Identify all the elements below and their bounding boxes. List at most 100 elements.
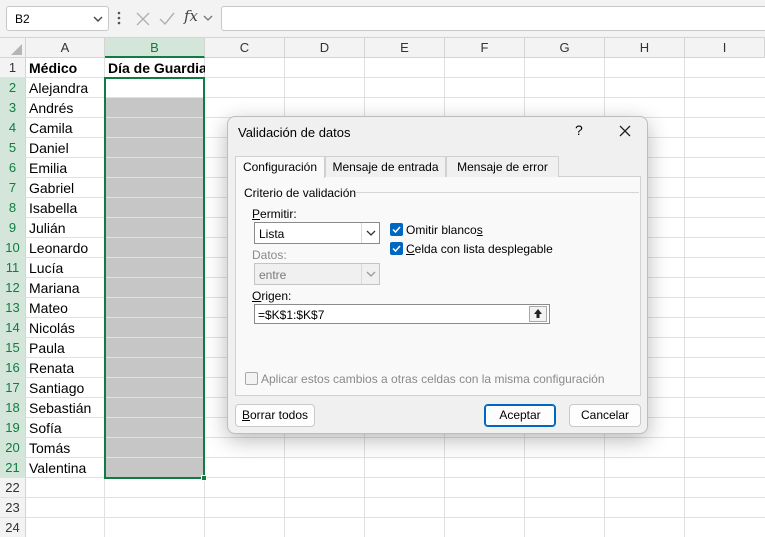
cell-a5[interactable]: Daniel (26, 138, 105, 158)
cell-a20[interactable]: Tomás (26, 438, 105, 458)
in-cell-dropdown-checkbox[interactable] (390, 242, 403, 255)
row-header-5[interactable]: 5 (0, 138, 26, 158)
row-header-17[interactable]: 17 (0, 378, 26, 398)
row-header-22[interactable]: 22 (0, 478, 26, 498)
cell-a2[interactable]: Alejandra (26, 78, 105, 98)
row-header-16[interactable]: 16 (0, 358, 26, 378)
row-header-23[interactable]: 23 (0, 498, 26, 518)
cell-a6[interactable]: Emilia (26, 158, 105, 178)
cell-a19[interactable]: Sofía (26, 418, 105, 438)
column-header-i[interactable]: I (685, 38, 765, 58)
column-header-e[interactable]: E (365, 38, 445, 58)
checkmark-icon (392, 245, 401, 253)
source-input[interactable]: =$K$1:$K$7 (254, 304, 550, 324)
ok-button[interactable]: Aceptar (484, 404, 556, 427)
cell-a3[interactable]: Andrés (26, 98, 105, 118)
row-header-3[interactable]: 3 (0, 98, 26, 118)
cancel-button[interactable]: Cancelar (569, 404, 641, 427)
tab-configuracion[interactable]: Configuración (235, 156, 325, 178)
collapse-dialog-button[interactable] (529, 306, 547, 322)
row-header-12[interactable]: 12 (0, 278, 26, 298)
row-header-24[interactable]: 24 (0, 518, 26, 537)
row-header-7[interactable]: 7 (0, 178, 26, 198)
cell-a18[interactable]: Sebastián (26, 398, 105, 418)
cell-a13[interactable]: Mateo (26, 298, 105, 318)
chevron-down-icon[interactable] (202, 12, 214, 24)
cancel-entry-icon[interactable] (133, 9, 153, 29)
row-header-1[interactable]: 1 (0, 58, 26, 78)
cell-a9[interactable]: Julián (26, 218, 105, 238)
row-header-2[interactable]: 2 (0, 78, 26, 98)
row-header-18[interactable]: 18 (0, 398, 26, 418)
data-select: entre (254, 263, 380, 285)
column-header-d[interactable]: D (285, 38, 365, 58)
column-header-g[interactable]: G (525, 38, 605, 58)
cell-a16[interactable]: Renata (26, 358, 105, 378)
allow-label: Permitir: (252, 207, 297, 221)
source-label: Origen: (252, 289, 292, 303)
column-header-b[interactable]: B (105, 38, 205, 58)
row-header-10[interactable]: 10 (0, 238, 26, 258)
cell-a7[interactable]: Gabriel (26, 178, 105, 198)
tab-mensaje-entrada[interactable]: Mensaje de entrada (325, 156, 446, 177)
cell-b1[interactable]: Día de Guardia (105, 58, 205, 78)
formula-input[interactable] (221, 6, 765, 31)
row-header-4[interactable]: 4 (0, 118, 26, 138)
row-header-11[interactable]: 11 (0, 258, 26, 278)
name-box-value: B2 (15, 12, 30, 26)
chevron-down-icon[interactable] (92, 13, 104, 25)
ignore-blank-checkbox[interactable] (390, 223, 403, 236)
row-header-8[interactable]: 8 (0, 198, 26, 218)
fill-handle[interactable] (201, 475, 207, 481)
insert-function-icon[interactable]: fx (184, 7, 198, 25)
cell-a10[interactable]: Leonardo (26, 238, 105, 258)
row-header-14[interactable]: 14 (0, 318, 26, 338)
formula-bar: B2 fx (0, 0, 765, 38)
cell-a11[interactable]: Lucía (26, 258, 105, 278)
column-header-h[interactable]: H (605, 38, 685, 58)
in-cell-dropdown-label: Celda con lista desplegable (406, 242, 553, 256)
data-validation-dialog: Validación de datos ? Configuración Mens… (227, 116, 648, 434)
selection-border (104, 77, 205, 479)
clear-all-button[interactable]: Borrar todos (235, 404, 315, 427)
data-label: Datos: (252, 248, 287, 262)
row-header-15[interactable]: 15 (0, 338, 26, 358)
column-header-c[interactable]: C (205, 38, 285, 58)
ignore-blank-label: Omitir blancos (406, 223, 483, 237)
select-all-corner[interactable] (0, 38, 26, 58)
data-select-value: entre (259, 268, 287, 282)
gridline-horizontal (26, 517, 765, 518)
column-header-a[interactable]: A (26, 38, 105, 58)
cell-a17[interactable]: Santiago (26, 378, 105, 398)
gridline-horizontal (26, 497, 765, 498)
help-button[interactable]: ? (575, 122, 583, 138)
name-box[interactable]: B2 (6, 6, 109, 31)
tab-mensaje-error[interactable]: Mensaje de error (446, 156, 559, 177)
cell-a21[interactable]: Valentina (26, 458, 105, 478)
row-header-20[interactable]: 20 (0, 438, 26, 458)
cell-a14[interactable]: Nicolás (26, 318, 105, 338)
settings-panel: Criterio de validación Permitir: Lista O… (235, 177, 641, 396)
chevron-down-icon (366, 271, 376, 277)
row-header-19[interactable]: 19 (0, 418, 26, 438)
tab-strip: Configuración Mensaje de entrada Mensaje… (235, 156, 641, 178)
allow-select[interactable]: Lista (254, 222, 380, 244)
row-header-9[interactable]: 9 (0, 218, 26, 238)
column-header-f[interactable]: F (445, 38, 525, 58)
row-header-21[interactable]: 21 (0, 458, 26, 478)
data-dropdown-button (361, 264, 379, 284)
cell-a12[interactable]: Mariana (26, 278, 105, 298)
row-header-13[interactable]: 13 (0, 298, 26, 318)
source-input-value: =$K$1:$K$7 (258, 308, 325, 322)
cell-a4[interactable]: Camila (26, 118, 105, 138)
cell-a15[interactable]: Paula (26, 338, 105, 358)
allow-dropdown-button[interactable] (361, 223, 379, 243)
cell-a8[interactable]: Isabella (26, 198, 105, 218)
close-icon[interactable] (617, 123, 633, 139)
group-title: Criterio de validación (244, 186, 357, 200)
row-header-6[interactable]: 6 (0, 158, 26, 178)
chevron-down-icon (366, 230, 376, 236)
more-options-icon[interactable] (114, 10, 124, 26)
cell-a1[interactable]: Médico (26, 58, 105, 78)
confirm-entry-icon[interactable] (157, 9, 177, 29)
